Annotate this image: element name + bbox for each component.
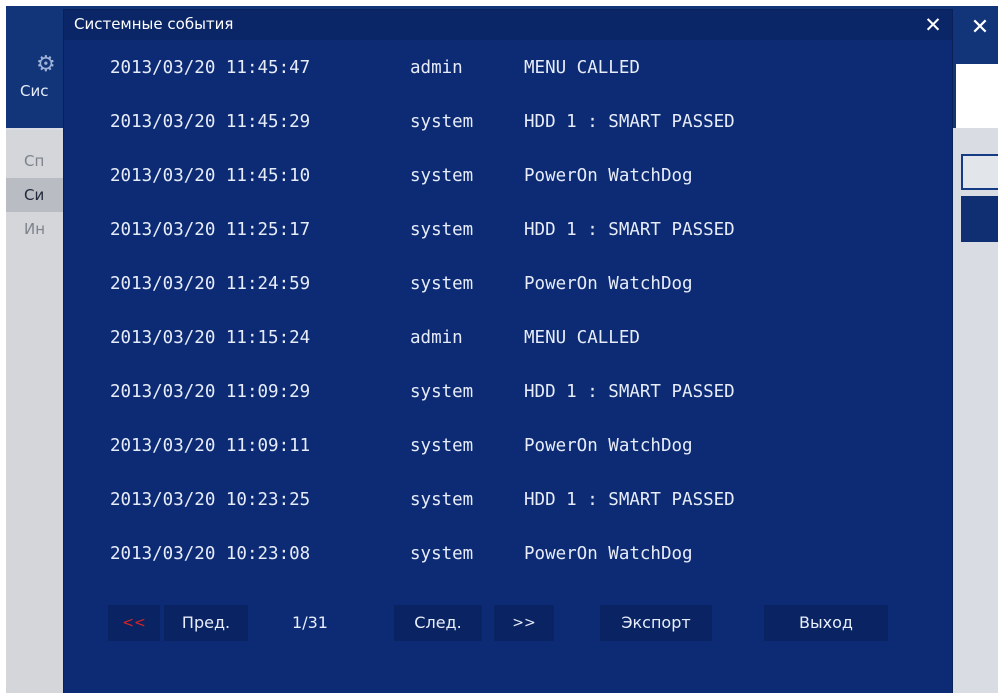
log-event: HDD 1 : SMART PASSED	[524, 490, 735, 510]
log-user: system	[410, 220, 474, 240]
log-event: PowerOn WatchDog	[524, 274, 693, 294]
background-title: Сис	[20, 82, 49, 100]
log-event: HDD 1 : SMART PASSED	[524, 382, 735, 402]
log-user: admin	[410, 58, 463, 78]
log-row[interactable]: 2013/03/20 11:45:29 system HDD 1 : SMART…	[64, 109, 952, 163]
log-time: 2013/03/20 10:23:08	[110, 544, 311, 564]
close-icon[interactable]: ✕	[920, 12, 946, 38]
next-page-button[interactable]: След.	[394, 605, 482, 641]
prev-page-button[interactable]: Пред.	[164, 605, 248, 641]
page-indicator: 1/31	[292, 613, 328, 632]
log-user: system	[410, 436, 474, 456]
log-time: 2013/03/20 11:09:11	[110, 436, 311, 456]
log-time: 2013/03/20 11:09:29	[110, 382, 311, 402]
log-event: HDD 1 : SMART PASSED	[524, 220, 735, 240]
log-time: 2013/03/20 11:24:59	[110, 274, 311, 294]
log-row[interactable]: 2013/03/20 10:23:08 system PowerOn Watch…	[64, 541, 952, 595]
log-user: admin	[410, 328, 463, 348]
log-row[interactable]: 2013/03/20 11:15:24 admin MENU CALLED	[64, 325, 952, 379]
event-log-list: 2013/03/20 11:45:47 admin MENU CALLED 20…	[64, 55, 952, 595]
dialog-title: Системные события	[74, 15, 234, 33]
background-right-panel	[956, 64, 998, 128]
gear-icon: ⚙	[36, 52, 56, 77]
log-time: 2013/03/20 11:15:24	[110, 328, 311, 348]
log-time: 2013/03/20 11:25:17	[110, 220, 311, 240]
dialog-title-bar: Системные события ✕	[64, 10, 952, 40]
last-page-button[interactable]: >>	[494, 605, 554, 641]
export-button[interactable]: Экспорт	[600, 605, 712, 641]
log-row[interactable]: 2013/03/20 11:24:59 system PowerOn Watch…	[64, 271, 952, 325]
log-user: system	[410, 544, 474, 564]
background-close-icon[interactable]: ✕	[964, 12, 996, 44]
background-right-tab[interactable]	[961, 154, 998, 190]
log-user: system	[410, 274, 474, 294]
log-event: MENU CALLED	[524, 328, 640, 348]
log-user: system	[410, 166, 474, 186]
log-user: system	[410, 490, 474, 510]
system-events-dialog: Системные события ✕ 2013/03/20 11:45:47 …	[64, 10, 952, 693]
log-row[interactable]: 2013/03/20 10:23:25 system HDD 1 : SMART…	[64, 487, 952, 541]
log-user: system	[410, 112, 474, 132]
log-row[interactable]: 2013/03/20 11:45:47 admin MENU CALLED	[64, 55, 952, 109]
log-event: PowerOn WatchDog	[524, 166, 693, 186]
pagination-footer: << Пред. 1/31 След. >> Экспорт Выход	[64, 605, 952, 651]
log-time: 2013/03/20 11:45:10	[110, 166, 311, 186]
background-right-bar	[961, 196, 998, 242]
log-time: 2013/03/20 11:45:47	[110, 58, 311, 78]
log-event: PowerOn WatchDog	[524, 544, 693, 564]
log-event: HDD 1 : SMART PASSED	[524, 112, 735, 132]
log-row[interactable]: 2013/03/20 11:09:11 system PowerOn Watch…	[64, 433, 952, 487]
log-event: PowerOn WatchDog	[524, 436, 693, 456]
log-row[interactable]: 2013/03/20 11:09:29 system HDD 1 : SMART…	[64, 379, 952, 433]
log-time: 2013/03/20 10:23:25	[110, 490, 311, 510]
log-row[interactable]: 2013/03/20 11:25:17 system HDD 1 : SMART…	[64, 217, 952, 271]
log-user: system	[410, 382, 474, 402]
log-event: MENU CALLED	[524, 58, 640, 78]
first-page-button[interactable]: <<	[108, 605, 160, 641]
log-time: 2013/03/20 11:45:29	[110, 112, 311, 132]
log-row[interactable]: 2013/03/20 11:45:10 system PowerOn Watch…	[64, 163, 952, 217]
exit-button[interactable]: Выход	[764, 605, 888, 641]
